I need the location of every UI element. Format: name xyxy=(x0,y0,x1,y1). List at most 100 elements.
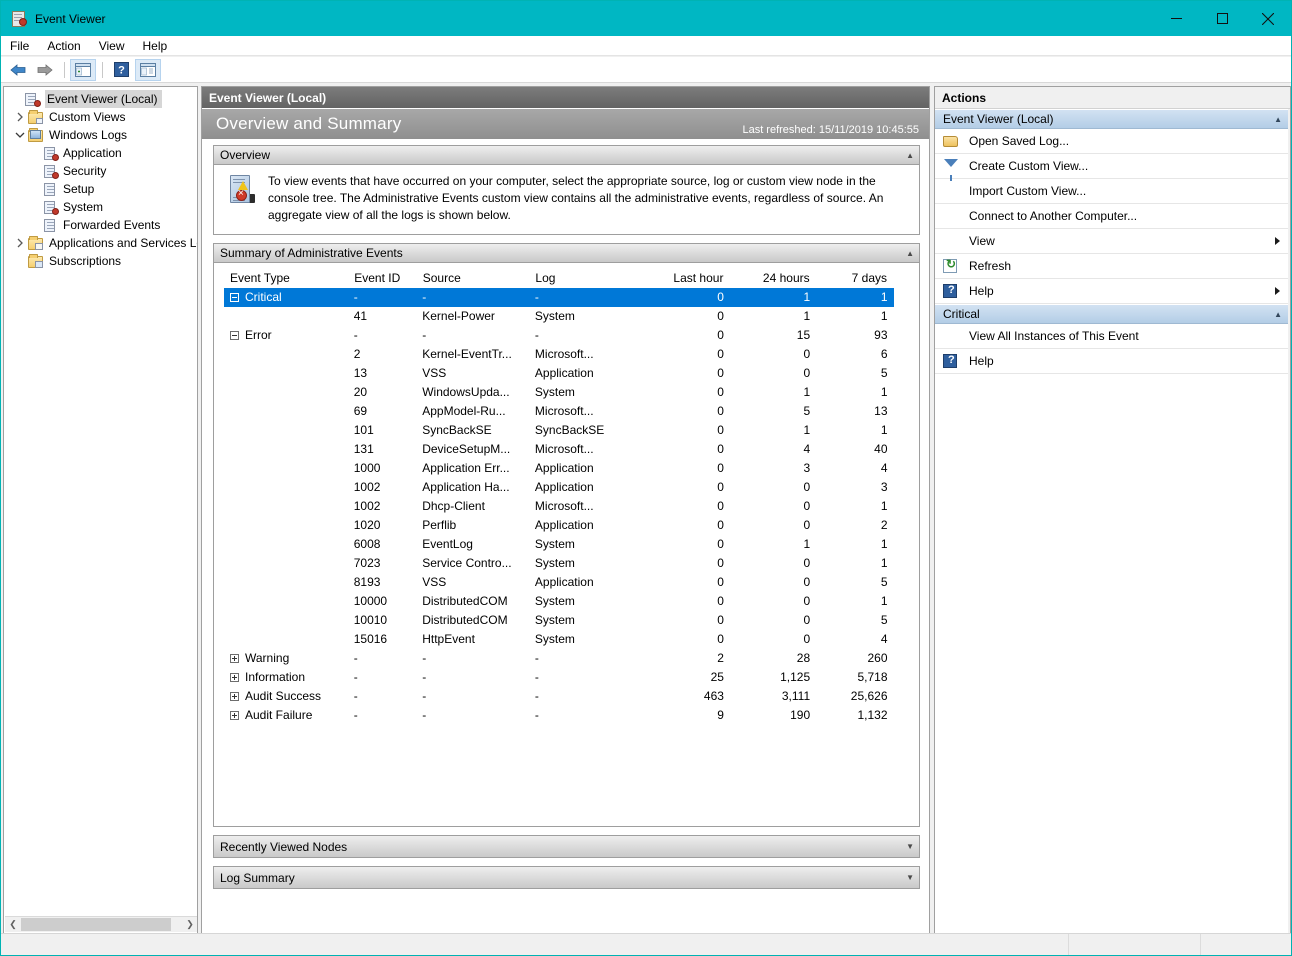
table-row[interactable]: 20 WindowsUpda... System 0 1 1 xyxy=(224,383,894,402)
table-row[interactable]: 2 Kernel-EventTr... Microsoft... 0 0 6 xyxy=(224,345,894,364)
cell-source: Application Ha... xyxy=(422,480,510,494)
collapse-caret-icon[interactable]: ▲ xyxy=(906,249,914,258)
scroll-left-arrow-icon[interactable]: ❮ xyxy=(5,917,21,932)
maximize-button[interactable] xyxy=(1199,1,1245,36)
tree-item-security[interactable]: Security xyxy=(4,162,197,180)
column-header-24-hours[interactable]: 24 hours xyxy=(729,269,817,288)
table-row[interactable]: Audit Success - - - 463 3,111 25,626 xyxy=(224,687,894,706)
tree-item-custom-views[interactable]: Custom Views xyxy=(4,108,197,126)
tree-item-applications-and-services-logs[interactable]: Applications and Services Lo xyxy=(4,234,197,252)
toolbar-separator-2 xyxy=(102,61,103,78)
table-row[interactable]: Critical - - - 0 1 1 xyxy=(224,288,894,307)
log-summary-header[interactable]: Log Summary ▼ xyxy=(213,866,920,889)
tree-item-setup[interactable]: Setup xyxy=(4,180,197,198)
collapse-caret-icon[interactable]: ▲ xyxy=(1274,115,1282,124)
back-button[interactable] xyxy=(5,59,31,81)
action-import-custom-view[interactable]: Import Custom View... xyxy=(935,179,1290,204)
table-row[interactable]: 10010 DistributedCOM System 0 0 5 xyxy=(224,611,894,630)
collapse-caret-icon[interactable]: ▲ xyxy=(906,151,914,160)
table-row[interactable]: 131 DeviceSetupM... Microsoft... 0 4 40 xyxy=(224,440,894,459)
cell-event-id: 1000 xyxy=(353,461,381,475)
table-row[interactable]: 10000 DistributedCOM System 0 0 1 xyxy=(224,592,894,611)
menu-file[interactable]: File xyxy=(1,36,38,56)
cell-last-hour: 0 xyxy=(717,423,724,437)
tree-horizontal-scrollbar[interactable]: ❮ ❯ xyxy=(5,916,197,932)
expand-caret-icon[interactable]: ▼ xyxy=(906,842,914,851)
tree-item-subscriptions[interactable]: Subscriptions xyxy=(4,252,197,270)
column-header-event-id[interactable]: Event ID xyxy=(347,269,417,288)
expand-box-icon[interactable] xyxy=(230,673,239,682)
table-row[interactable]: 1002 Dhcp-Client Microsoft... 0 0 1 xyxy=(224,497,894,516)
table-row[interactable]: 101 SyncBackSE SyncBackSE 0 1 1 xyxy=(224,421,894,440)
actions-pane-scrollbar[interactable] xyxy=(1288,109,1290,933)
chevron-right-icon[interactable] xyxy=(12,235,28,251)
scroll-thumb[interactable] xyxy=(21,918,171,931)
action-refresh[interactable]: Refresh xyxy=(935,254,1290,279)
collapse-caret-icon[interactable]: ▲ xyxy=(1274,310,1282,319)
action-create-custom-view[interactable]: Create Custom View... xyxy=(935,154,1290,181)
table-row[interactable]: 1020 Perflib Application 0 0 2 xyxy=(224,516,894,535)
tree-item-forwarded-events[interactable]: Forwarded Events xyxy=(4,216,197,234)
action-help[interactable]: Help xyxy=(935,279,1290,304)
table-row[interactable]: Information - - - 25 1,125 5,718 xyxy=(224,668,894,687)
column-header-last-hour[interactable]: Last hour xyxy=(630,269,731,288)
action-connect-to-another-computer[interactable]: Connect to Another Computer... xyxy=(935,204,1290,229)
table-row[interactable]: Warning - - - 2 28 260 xyxy=(224,649,894,668)
cell-event-id: 131 xyxy=(353,442,374,456)
table-row[interactable]: 41 Kernel-Power System 0 1 1 xyxy=(224,307,894,326)
overview-section-header[interactable]: Overview ▲ xyxy=(214,146,919,165)
expand-caret-icon[interactable]: ▼ xyxy=(906,873,914,882)
help-button[interactable]: ? xyxy=(108,59,134,81)
menu-action[interactable]: Action xyxy=(38,36,89,56)
table-row[interactable]: Audit Failure - - - 9 190 1,132 xyxy=(224,706,894,725)
window-title: Event Viewer xyxy=(35,11,106,26)
expand-box-icon[interactable] xyxy=(230,654,239,663)
column-header-log[interactable]: Log xyxy=(528,269,632,288)
action-critical-help[interactable]: Help xyxy=(935,349,1290,374)
table-row[interactable]: 7023 Service Contro... System 0 0 1 xyxy=(224,554,894,573)
collapse-box-icon[interactable] xyxy=(230,331,239,340)
actions-group-header-event-viewer-local[interactable]: Event Viewer (Local) ▲ xyxy=(935,109,1290,129)
menu-view[interactable]: View xyxy=(90,36,134,56)
cell-event-id: 6008 xyxy=(353,537,381,551)
table-row[interactable]: 69 AppModel-Ru... Microsoft... 0 5 13 xyxy=(224,402,894,421)
expand-box-icon[interactable] xyxy=(230,711,239,720)
table-row[interactable]: Error - - - 0 15 93 xyxy=(224,326,894,345)
column-header-7-days[interactable]: 7 days xyxy=(816,269,895,288)
table-row[interactable]: 8193 VSS Application 0 0 5 xyxy=(224,573,894,592)
cell-event-id: 13 xyxy=(353,366,368,380)
table-row[interactable]: 1002 Application Ha... Application 0 0 3 xyxy=(224,478,894,497)
table-row[interactable]: 15016 HttpEvent System 0 0 4 xyxy=(224,630,894,649)
collapse-box-icon[interactable] xyxy=(230,293,239,302)
tree-item-windows-logs[interactable]: Windows Logs xyxy=(4,126,197,144)
action-pane-button[interactable] xyxy=(135,58,161,81)
action-open-saved-log[interactable]: Open Saved Log... xyxy=(935,129,1290,154)
summary-section-header[interactable]: Summary of Administrative Events ▲ xyxy=(214,244,919,263)
chevron-down-icon[interactable] xyxy=(12,127,28,143)
expand-box-icon[interactable] xyxy=(230,692,239,701)
action-view-all-instances-of-this-event[interactable]: View All Instances of This Event xyxy=(935,324,1290,349)
recently-viewed-nodes-header[interactable]: Recently Viewed Nodes ▼ xyxy=(213,835,920,858)
scroll-track[interactable] xyxy=(21,917,182,932)
table-row[interactable]: 13 VSS Application 0 0 5 xyxy=(224,364,894,383)
cell-source: DistributedCOM xyxy=(422,594,508,608)
console-tree-button[interactable] xyxy=(70,58,96,81)
cell-event-type: Critical xyxy=(224,288,348,307)
column-header-event-type[interactable]: Event Type xyxy=(224,269,349,288)
chevron-right-icon[interactable] xyxy=(12,109,28,125)
minimize-button[interactable] xyxy=(1153,1,1199,36)
close-button[interactable] xyxy=(1245,1,1291,36)
column-header-source[interactable]: Source xyxy=(416,269,530,288)
tree-item-system[interactable]: System xyxy=(4,198,197,216)
forward-button[interactable] xyxy=(32,59,58,81)
tree-item-application[interactable]: Application xyxy=(4,144,197,162)
action-view[interactable]: View xyxy=(935,229,1290,254)
tree-item-event-viewer-local[interactable]: Event Viewer (Local) xyxy=(4,90,197,108)
table-row[interactable]: 6008 EventLog System 0 1 1 xyxy=(224,535,894,554)
cell-event-type: Audit Failure xyxy=(224,706,348,725)
cell-event-id: 1020 xyxy=(353,518,381,532)
table-row[interactable]: 1000 Application Err... Application 0 3 … xyxy=(224,459,894,478)
actions-group-header-critical[interactable]: Critical ▲ xyxy=(935,304,1290,324)
scroll-right-arrow-icon[interactable]: ❯ xyxy=(182,917,197,932)
menu-help[interactable]: Help xyxy=(134,36,177,56)
